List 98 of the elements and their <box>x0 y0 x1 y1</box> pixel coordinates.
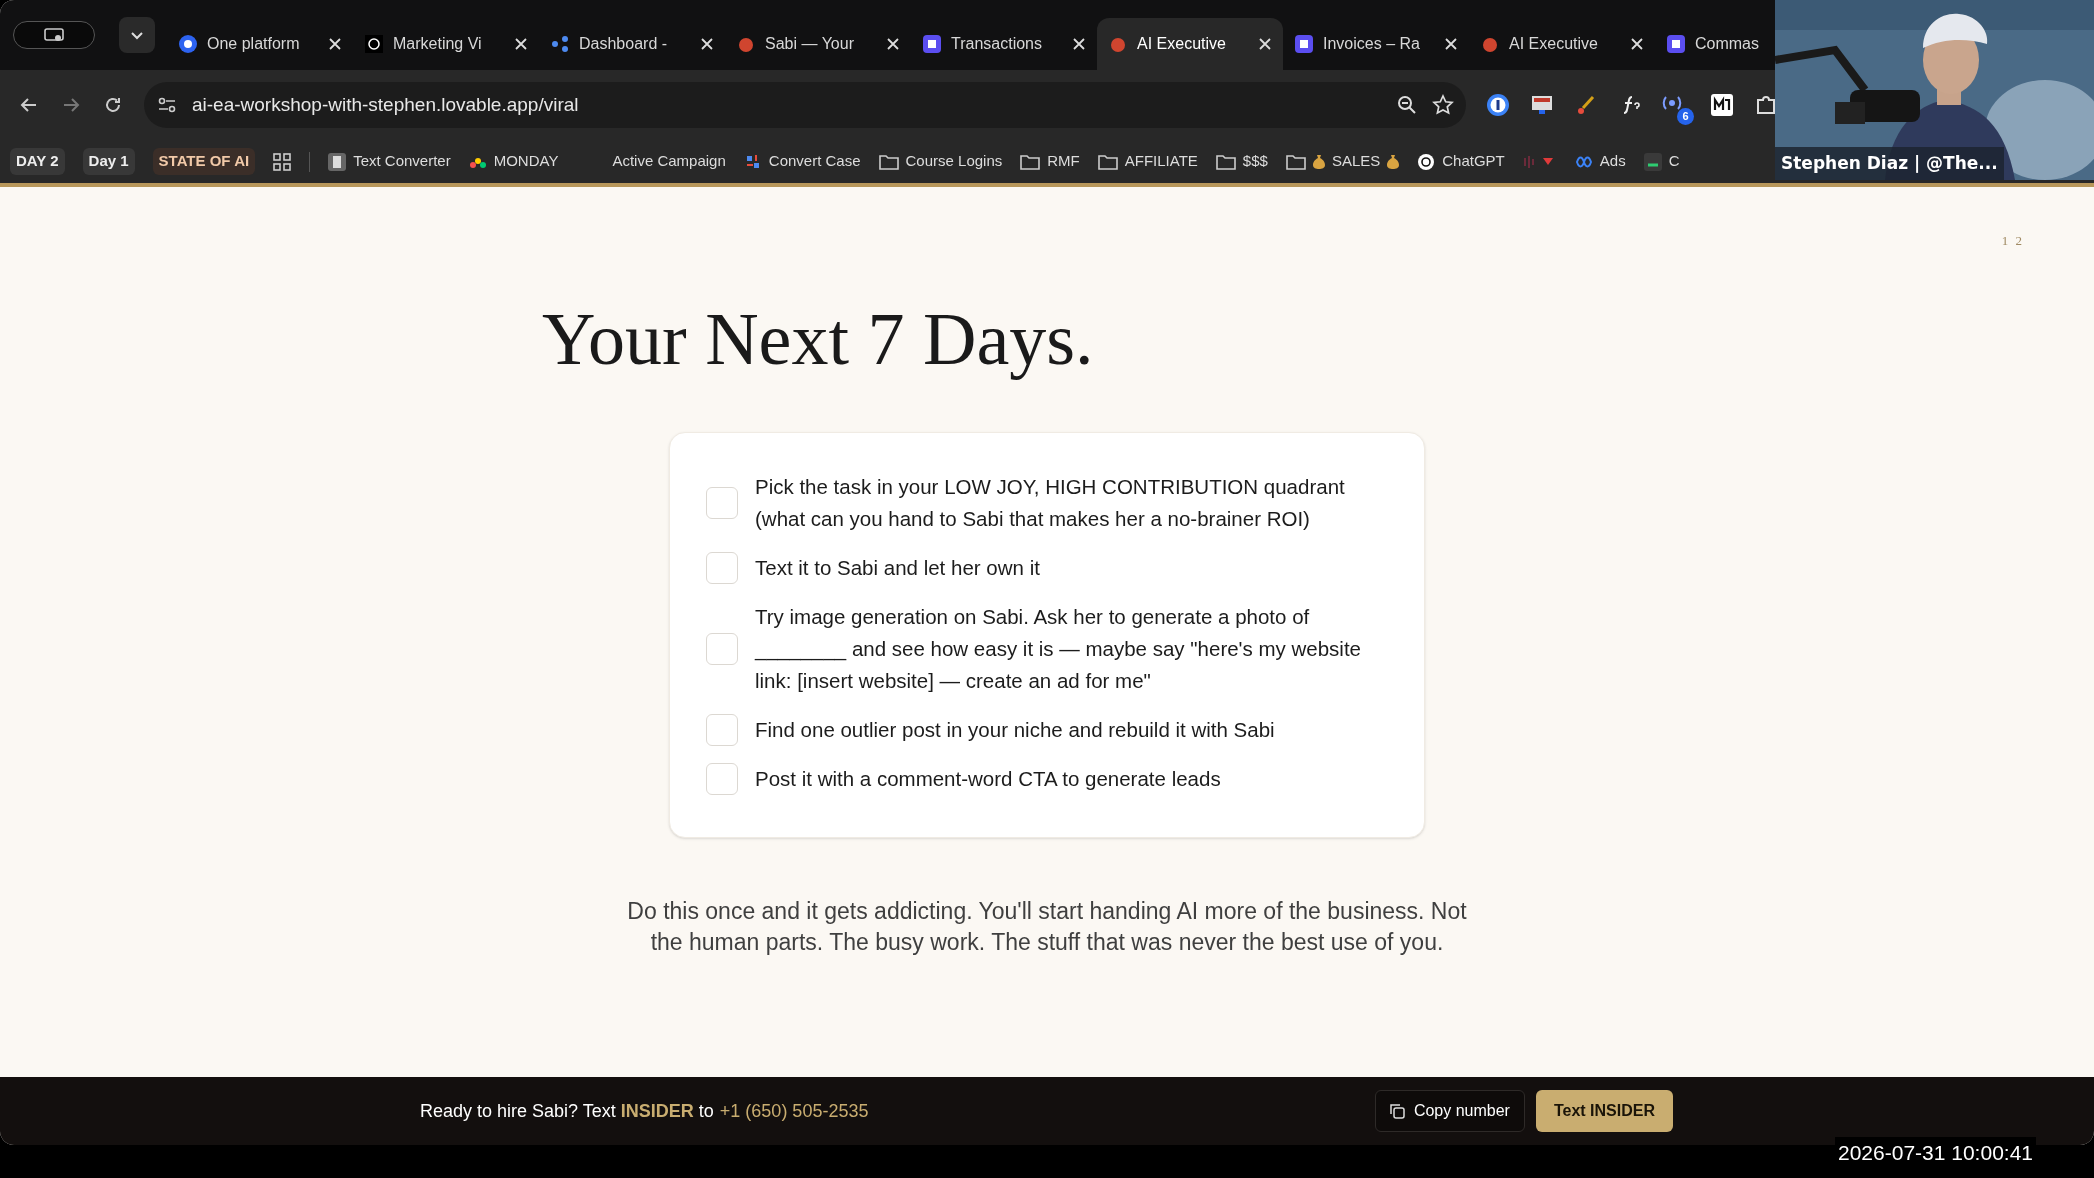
close-icon[interactable] <box>329 38 341 50</box>
close-icon[interactable] <box>701 38 713 50</box>
phone-link[interactable]: +1 (650) 505-2535 <box>719 1097 869 1125</box>
browser-tab[interactable]: Marketing Vi <box>353 18 539 70</box>
checklist-text: Text it to Sabi and let her own it <box>755 555 1041 582</box>
checkbox[interactable] <box>706 763 738 796</box>
page-number: 1 2 <box>2001 232 2024 250</box>
monitor-icon[interactable] <box>1530 93 1554 117</box>
bookmark-label: AFFILIATE <box>1124 151 1198 172</box>
tab-title: AI Executive <box>1509 34 1599 54</box>
bookmark-item[interactable]: Course Logins <box>878 150 1003 173</box>
browser-tab[interactable]: Commas <box>1655 18 1773 70</box>
bookmark-item[interactable]: Ads <box>1574 150 1626 173</box>
bookmark-item[interactable]: Text Converter <box>328 150 451 173</box>
square-logo-icon <box>923 35 941 53</box>
folder-icon <box>878 153 899 170</box>
folder-icon <box>1285 153 1306 170</box>
apps-grid-icon[interactable] <box>273 152 292 171</box>
folder-icon <box>1020 153 1041 170</box>
tab-title: Sabi — Your <box>765 34 855 54</box>
tab-title: Marketing Vi <box>393 34 483 54</box>
chevron-down-icon <box>130 30 144 40</box>
bookmark-chip[interactable]: DAY 2 <box>10 148 65 175</box>
checklist-text: Try image generation on Sabi. Ask her to generate a photo of ________ and see how easy it is — maybe say "here's my website link: [insert website] — create an ad for me" <box>755 604 1362 695</box>
cta-message: Ready to hire Sabi? Text INSIDER to <box>420 1099 714 1123</box>
close-icon[interactable] <box>515 38 527 50</box>
close-icon[interactable] <box>1631 38 1643 50</box>
bookmark-label: C <box>1668 151 1680 172</box>
money-bag-icon <box>1387 154 1400 169</box>
bookmark-label: Text Converter <box>353 151 451 172</box>
copy-icon <box>1389 1103 1405 1119</box>
bookmark-label: SALES <box>1331 151 1381 172</box>
bookmark-label: Ads <box>1599 151 1626 172</box>
bookmark-label: Convert Case <box>768 151 861 172</box>
address-bar[interactable]: ai-ea-workshop-with-stephen.lovable.app/viral <box>144 82 1466 128</box>
money-bag-icon <box>1312 154 1325 169</box>
close-icon[interactable] <box>1445 38 1457 50</box>
square-logo-icon <box>1667 35 1685 53</box>
bookmark-item[interactable]: ChatGPT <box>1417 150 1505 173</box>
close-icon[interactable] <box>1073 38 1085 50</box>
tab-title: Dashboard - <box>579 34 669 54</box>
closing-paragraph: Do this once and it gets addicting. You'll start handing AI more of the business. Not the human parts. The busy work. The stuff that was never the best use of you. <box>626 897 1468 958</box>
browser-tab[interactable]: Dashboard - <box>539 18 725 70</box>
bookmark-label: RMF <box>1047 151 1080 172</box>
bookmark-label: Course Logins <box>905 151 1003 172</box>
text-insider-button[interactable]: Text INSIDER <box>1535 1090 1673 1132</box>
checkbox[interactable] <box>706 487 738 520</box>
participant-caption: Stephen Diaz | @The... <box>1775 146 2004 180</box>
bookmark-item[interactable]: $$$ <box>1215 150 1268 173</box>
password-manager-icon[interactable] <box>1486 93 1510 117</box>
tab-title: AI Executive <box>1137 34 1227 54</box>
browser-tab[interactable]: Transactions <box>911 18 1097 70</box>
bookmark-item[interactable]: Convert Case <box>743 150 861 173</box>
screen-icon <box>43 27 65 43</box>
tab-title: Transactions <box>951 34 1043 54</box>
bookmark-label: MONDAY <box>493 151 559 172</box>
tab-title: One platform <box>207 34 301 54</box>
bookmark-item[interactable]: C <box>1643 150 1680 173</box>
copy-button[interactable]: Copy number <box>1374 1090 1525 1132</box>
checkbox[interactable] <box>706 714 738 747</box>
checklist-text: Pick the task in your LOW JOY, HIGH CONTRIBUTION quadrant (what can you hand to Sabi that makes her a no-brainer ROI) <box>755 474 1346 533</box>
browser-tab[interactable]: AI Executive <box>1097 18 1283 70</box>
bookmark-item[interactable]: AFFILIATE <box>1097 150 1198 173</box>
browser-tab[interactable]: One platform <box>167 18 353 70</box>
bookmark-label: ChatGPT <box>1442 151 1505 172</box>
tab-title: Commas <box>1695 34 1760 54</box>
share-icon <box>551 35 569 53</box>
grid-logo-icon[interactable] <box>1710 93 1734 117</box>
close-icon[interactable] <box>887 38 899 50</box>
star-icon[interactable] <box>1432 94 1454 116</box>
checklist-text: Find one outlier post in your niche and rebuild it with Sabi <box>755 717 1276 744</box>
document-icon <box>328 152 347 171</box>
browser-tab[interactable]: AI Executive <box>1469 18 1655 70</box>
bookmark-chip[interactable]: Day 1 <box>82 148 135 175</box>
square-logo-icon <box>1643 152 1662 171</box>
zoom-icon[interactable] <box>1396 94 1418 116</box>
bookmark-label: $$$ <box>1242 151 1268 172</box>
bookmark-item[interactable]: MONDAY <box>468 150 559 173</box>
folder-icon <box>1215 153 1236 170</box>
bookmark-item[interactable]: Active Campaign <box>612 150 726 173</box>
tab-title: Invoices – Ra <box>1323 34 1421 54</box>
close-icon[interactable] <box>1259 38 1271 50</box>
circle-logo-icon <box>179 35 197 53</box>
page-title: Your Next 7 Days. <box>542 299 1095 381</box>
square-logo-icon <box>1295 35 1313 53</box>
tab-group-button[interactable] <box>13 21 95 49</box>
bookmark-chip[interactable]: STATE OF AI <box>152 148 256 175</box>
notification-badge: 6 <box>1677 108 1694 125</box>
checklist-text: Post it with a comment-word CTA to generate leads <box>755 766 1222 793</box>
bookmark-item[interactable]: RMF <box>1020 150 1080 173</box>
browser-tab[interactable]: Invoices – Ra <box>1283 18 1469 70</box>
checkbox[interactable] <box>706 633 738 666</box>
folder-icon <box>1097 153 1118 170</box>
browser-tab[interactable]: Sabi — Your <box>725 18 911 70</box>
url-text: ai-ea-workshop-with-stephen.lovable.app/viral <box>192 92 580 117</box>
checkbox[interactable] <box>706 552 738 585</box>
bookmark-item[interactable]: SALES <box>1285 150 1400 173</box>
tab-search-button[interactable] <box>119 17 155 53</box>
